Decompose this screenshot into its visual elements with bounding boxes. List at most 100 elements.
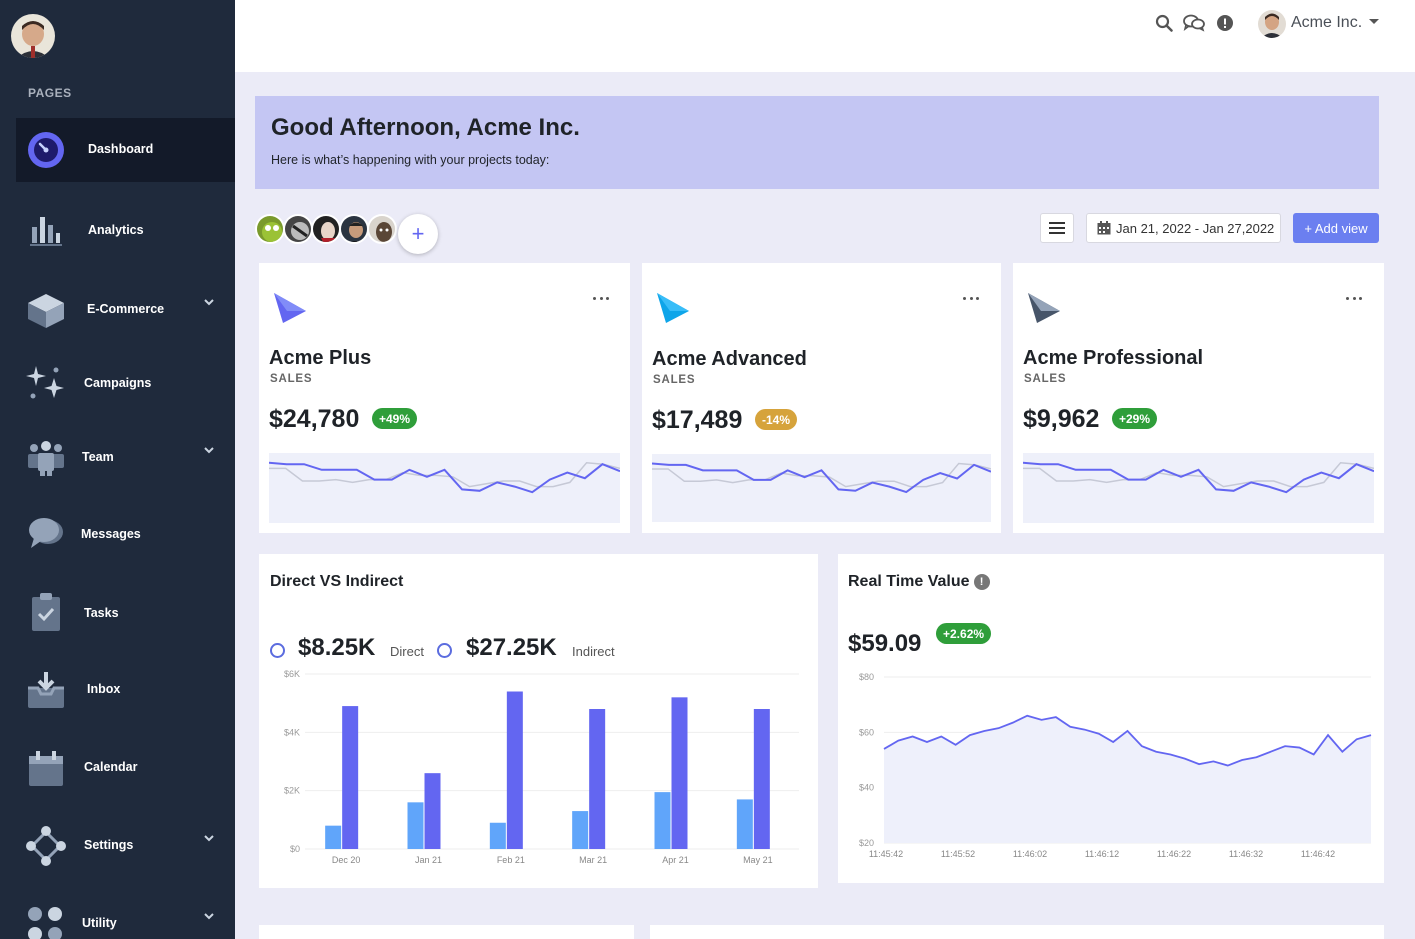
search-icon[interactable]: [1154, 13, 1174, 33]
x-tick-label: 11:45:52: [941, 849, 975, 859]
sidebar-item-analytics[interactable]: Analytics: [16, 198, 235, 262]
chevron-down-icon: [204, 913, 214, 920]
sidebar-item-label: Messages: [81, 527, 141, 541]
more-options-icon[interactable]: [963, 297, 979, 303]
bar-direct[interactable]: [654, 792, 671, 849]
bottom-card-right: [650, 925, 1384, 939]
sparkline-area: [652, 454, 991, 522]
bar-direct[interactable]: [407, 802, 424, 849]
change-badge: +49%: [372, 408, 418, 429]
product-sub: SALES: [270, 373, 313, 385]
utility-icon: [26, 902, 66, 939]
card-title: Real Time Value!: [848, 573, 990, 591]
banner-subtitle: Here is what’s happening with your proje…: [271, 153, 550, 167]
indirect-radio[interactable]: [437, 643, 452, 658]
sparkline-chart: [652, 454, 991, 522]
product-card-acme-plus: Acme Plus SALES $24,780 +49%: [259, 263, 630, 533]
y-tick-label: $60: [859, 727, 874, 737]
bar-indirect[interactable]: [342, 706, 359, 849]
sidebar-item-label: Tasks: [84, 606, 119, 620]
change-badge: +2.62%: [936, 623, 992, 644]
menu-button[interactable]: [1040, 213, 1074, 243]
more-options-icon[interactable]: [1346, 297, 1362, 303]
x-tick-label: 11:46:32: [1229, 849, 1263, 859]
bottom-card-left: [259, 925, 634, 939]
sparkline-chart: [1023, 453, 1374, 523]
add-member-button[interactable]: +: [398, 214, 438, 254]
sidebar-item-label: Settings: [84, 838, 134, 852]
x-tick-label: Apr 21: [662, 855, 689, 865]
user-avatar[interactable]: [1258, 10, 1286, 38]
tasks-icon: [26, 592, 66, 632]
sidebar-item-team[interactable]: Team: [16, 426, 235, 490]
sidebar-item-dashboard[interactable]: Dashboard: [16, 118, 235, 182]
sidebar-item-calendar[interactable]: Calendar: [16, 736, 235, 800]
product-sub: SALES: [1024, 373, 1067, 385]
add-view-button[interactable]: + Add view: [1293, 213, 1379, 243]
direct-radio[interactable]: [270, 643, 285, 658]
bar-indirect[interactable]: [424, 773, 441, 849]
team-avatar[interactable]: [311, 214, 341, 244]
bar-direct[interactable]: [489, 822, 506, 849]
date-range-picker[interactable]: Jan 21, 2022 - Jan 27,2022: [1086, 213, 1281, 243]
alert-icon[interactable]: [1215, 13, 1235, 33]
inbox-icon: [26, 670, 66, 710]
realtime-value: $59.09: [848, 630, 922, 657]
sidebar-item-campaigns[interactable]: Campaigns: [16, 352, 235, 416]
banner-title: Good Afternoon, Acme Inc.: [271, 114, 580, 141]
direct-indirect-card: Direct VS Indirect $8.25K Direct $27.25K…: [259, 554, 818, 888]
sidebar-section-title: PAGES: [28, 86, 72, 100]
y-tick-label: $6K: [284, 669, 300, 679]
realtime-card: Real Time Value! $59.09 +2.62% $20 $40 $60…: [838, 554, 1384, 883]
sidebar-item-label: Campaigns: [84, 376, 152, 390]
caret-down-icon[interactable]: [1369, 19, 1379, 24]
bar-indirect[interactable]: [671, 697, 688, 849]
sidebar-item-tasks[interactable]: Tasks: [16, 580, 235, 644]
send-arrow-icon: [1028, 293, 1060, 323]
realtime-line-chart: $20 $40 $60 $80 11:45:42 11:45:52 11:46:02 11:4…: [859, 672, 1372, 859]
y-tick-label: $40: [859, 783, 874, 793]
bar-direct[interactable]: [736, 799, 753, 849]
team-avatar[interactable]: [255, 214, 285, 244]
team-avatar[interactable]: [339, 214, 369, 244]
product-name: Acme Plus: [269, 347, 372, 369]
analytics-icon: [26, 210, 66, 250]
x-tick-label: 11:45:42: [869, 849, 903, 859]
sidebar-item-label: E-Commerce: [87, 302, 165, 316]
card-title: Direct VS Indirect: [270, 573, 404, 590]
sidebar-item-label: Utility: [82, 916, 117, 930]
bar-direct[interactable]: [325, 825, 342, 849]
x-tick-label: 11:46:12: [1085, 849, 1119, 859]
y-tick-label: $4K: [284, 727, 300, 737]
sidebar-item-label: Analytics: [88, 223, 144, 237]
sidebar-item-messages[interactable]: Messages: [16, 502, 235, 566]
bar-indirect[interactable]: [506, 691, 523, 850]
sidebar-item-ecommerce[interactable]: E-Commerce: [16, 278, 235, 342]
sparkline-chart: [269, 453, 620, 523]
topbar: Acme Inc.: [235, 0, 1415, 72]
sparkline-area: [269, 453, 620, 523]
sidebar: PAGES Dashboard Analytics E-Commerce Cam…: [0, 0, 235, 939]
product-name: Acme Professional: [1023, 347, 1204, 369]
team-avatar[interactable]: [283, 214, 313, 244]
more-options-icon[interactable]: [593, 297, 609, 303]
bar-indirect[interactable]: [753, 709, 770, 849]
sidebar-item-inbox[interactable]: Inbox: [16, 658, 235, 722]
user-name[interactable]: Acme Inc.: [1291, 14, 1362, 32]
bar-chart: $0 $2K $4K $6K Dec 20 Jan 21 Feb 21 Mar 21 Apr 2…: [284, 669, 799, 865]
line-area: [884, 715, 1371, 843]
bar-indirect[interactable]: [589, 709, 606, 849]
product-sub: SALES: [653, 374, 696, 386]
logo-avatar[interactable]: [11, 14, 55, 58]
direct-label: Direct: [390, 644, 424, 659]
sidebar-item-utility[interactable]: Utility: [16, 890, 235, 939]
sidebar-item-settings[interactable]: Settings: [16, 814, 235, 878]
chat-icon[interactable]: [1183, 13, 1205, 33]
team-avatar[interactable]: [367, 214, 397, 244]
direct-value: $8.25K: [298, 634, 376, 661]
sidebar-item-label: Inbox: [87, 682, 121, 696]
date-range-text: Jan 21, 2022 - Jan 27,2022: [1116, 220, 1275, 236]
send-arrow-icon: [657, 293, 689, 323]
bar-direct[interactable]: [572, 811, 589, 849]
info-icon[interactable]: !: [973, 574, 990, 590]
